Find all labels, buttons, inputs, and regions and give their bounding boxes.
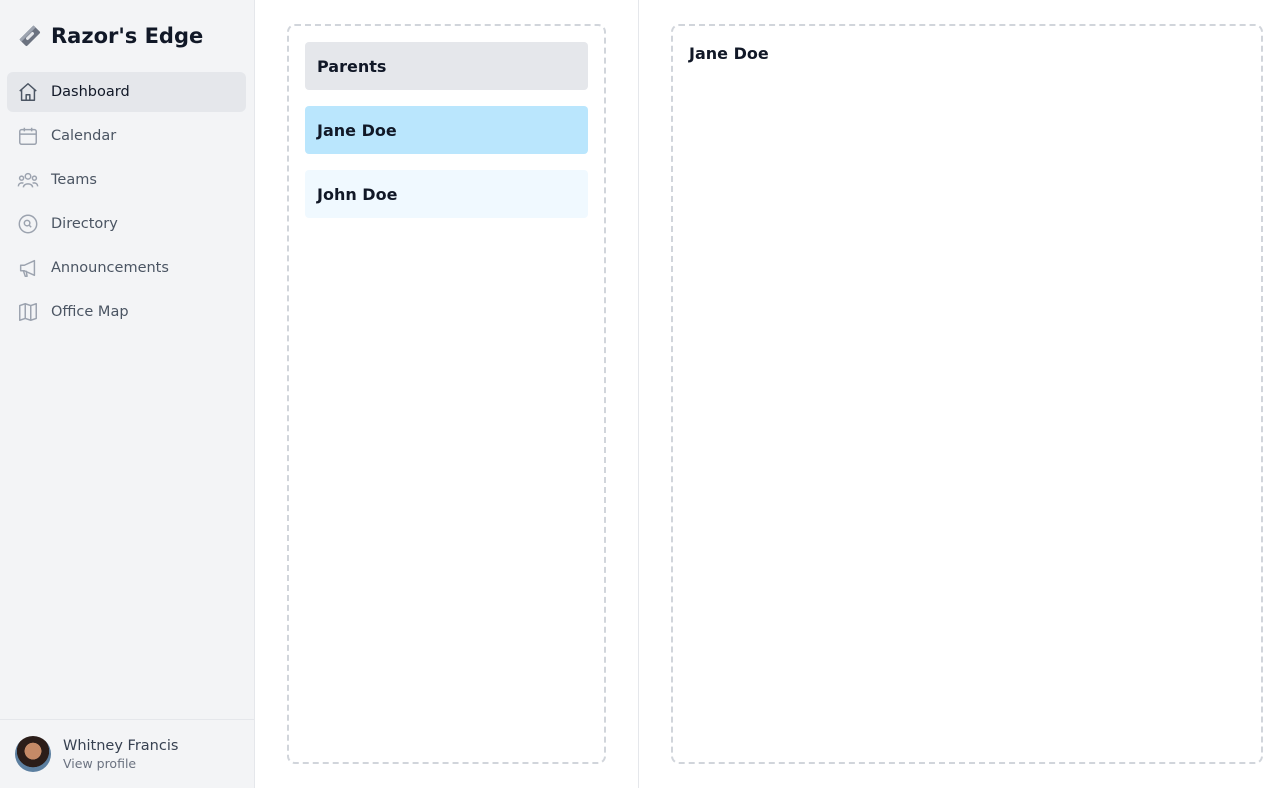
list-panel: Parents Jane Doe John Doe bbox=[287, 24, 606, 764]
users-icon bbox=[16, 168, 40, 192]
profile-name: Whitney Francis bbox=[63, 737, 179, 754]
sidebar-item-teams[interactable]: Teams bbox=[7, 160, 246, 200]
brand[interactable]: Razor's Edge bbox=[16, 22, 203, 50]
sidebar: Razor's Edge Dashboard Calendar Teams Di… bbox=[0, 0, 255, 788]
sidebar-item-announcements[interactable]: Announcements bbox=[7, 248, 246, 288]
view-profile-link[interactable]: View profile bbox=[63, 756, 178, 771]
app-title: Razor's Edge bbox=[51, 24, 204, 48]
sidebar-item-office-map[interactable]: Office Map bbox=[7, 292, 246, 332]
sidebar-item-label: Teams bbox=[51, 172, 97, 188]
speakerphone-icon bbox=[16, 256, 40, 280]
sidebar-item-label: Calendar bbox=[51, 128, 117, 144]
list-item-jane-doe[interactable]: Jane Doe bbox=[305, 106, 588, 154]
home-icon bbox=[16, 80, 40, 104]
sidebar-nav: Dashboard Calendar Teams Directory Annou… bbox=[7, 72, 246, 336]
calendar-icon bbox=[16, 124, 40, 148]
sidebar-item-label: Announcements bbox=[51, 260, 169, 276]
detail-panel: Jane Doe bbox=[671, 24, 1263, 764]
user-profile[interactable]: Whitney Francis View profile bbox=[0, 719, 254, 788]
sidebar-item-dashboard[interactable]: Dashboard bbox=[7, 72, 246, 112]
detail-title: Jane Doe bbox=[689, 44, 769, 63]
sidebar-item-calendar[interactable]: Calendar bbox=[7, 116, 246, 156]
razor-blade-icon bbox=[16, 22, 44, 50]
avatar bbox=[15, 736, 51, 772]
sidebar-item-label: Office Map bbox=[51, 304, 129, 320]
sidebar-item-directory[interactable]: Directory bbox=[7, 204, 246, 244]
sidebar-item-label: Directory bbox=[51, 216, 118, 232]
map-icon bbox=[16, 300, 40, 324]
search-circle-icon bbox=[16, 212, 40, 236]
list-header: Parents bbox=[305, 42, 588, 90]
list-item-john-doe[interactable]: John Doe bbox=[305, 170, 588, 218]
sidebar-item-label: Dashboard bbox=[51, 84, 130, 100]
list-column: Parents Jane Doe John Doe bbox=[255, 0, 639, 788]
